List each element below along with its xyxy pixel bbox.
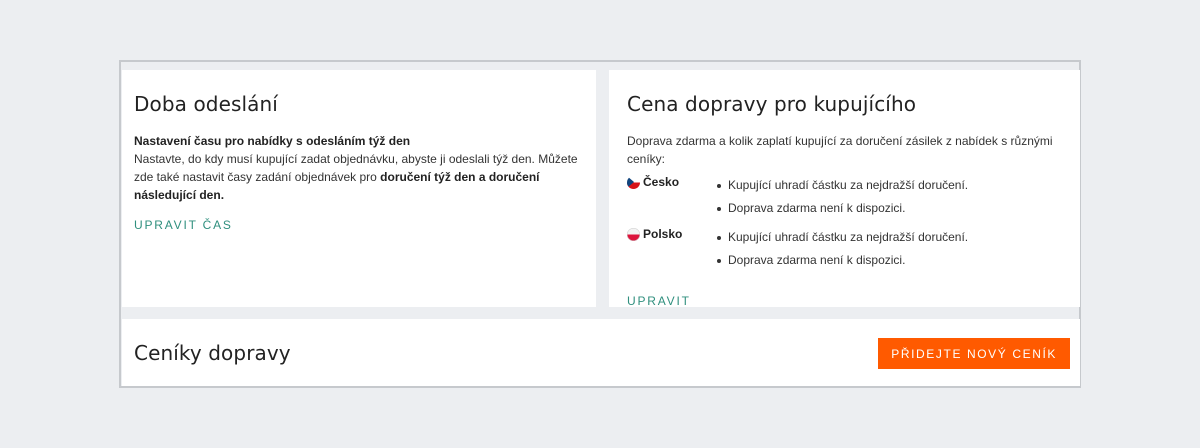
dispatch-title: Doba odeslání — [134, 92, 278, 116]
list-item: Kupující uhradí částku za nejdražší doru… — [715, 226, 968, 249]
list-item: Doprava zdarma není k dispozici. — [715, 249, 968, 272]
cz-flag-icon — [627, 175, 640, 189]
shipping-price-card: Cena dopravy pro kupujícího Doprava zdar… — [609, 70, 1080, 308]
add-price-list-button[interactable]: PŘIDEJTE NOVÝ CENÍK — [878, 338, 1070, 369]
country-label-cz: Česko — [627, 174, 715, 189]
edit-shipping-link[interactable]: UPRAVIT — [627, 294, 691, 308]
price-lists-title: Ceníky dopravy — [134, 341, 291, 365]
price-lists-card: Ceníky dopravy PŘIDEJTE NOVÝ CENÍK — [122, 319, 1080, 386]
settings-panel: Doba odeslání Nastavení času pro nabídky… — [119, 60, 1081, 388]
list-item: Doprava zdarma není k dispozici. — [715, 197, 968, 220]
country-label-pl: Polsko — [627, 226, 715, 241]
country-rules-list: Kupující uhradí částku za nejdražší doru… — [715, 226, 968, 272]
country-row-pl: Polsko Kupující uhradí částku za nejdraž… — [627, 226, 1066, 272]
shipping-price-title: Cena dopravy pro kupujícího — [627, 92, 917, 116]
country-name: Polsko — [643, 227, 683, 241]
list-item: Kupující uhradí částku za nejdražší doru… — [715, 174, 968, 197]
country-row-cz: Česko Kupující uhradí částku za nejdražš… — [627, 174, 1066, 220]
dispatch-description: Nastavte, do kdy musí kupující zadat obj… — [134, 150, 584, 204]
edit-time-link[interactable]: UPRAVIT ČAS — [134, 218, 233, 232]
country-name: Česko — [643, 175, 680, 189]
dispatch-subheading: Nastavení času pro nabídky s odesláním t… — [134, 134, 411, 148]
shipping-price-intro: Doprava zdarma a kolik zaplatí kupující … — [627, 134, 1053, 166]
country-rules-list: Kupující uhradí částku za nejdražší doru… — [715, 174, 968, 220]
dispatch-time-card: Doba odeslání Nastavení času pro nabídky… — [122, 70, 596, 307]
pl-flag-icon — [627, 227, 640, 241]
